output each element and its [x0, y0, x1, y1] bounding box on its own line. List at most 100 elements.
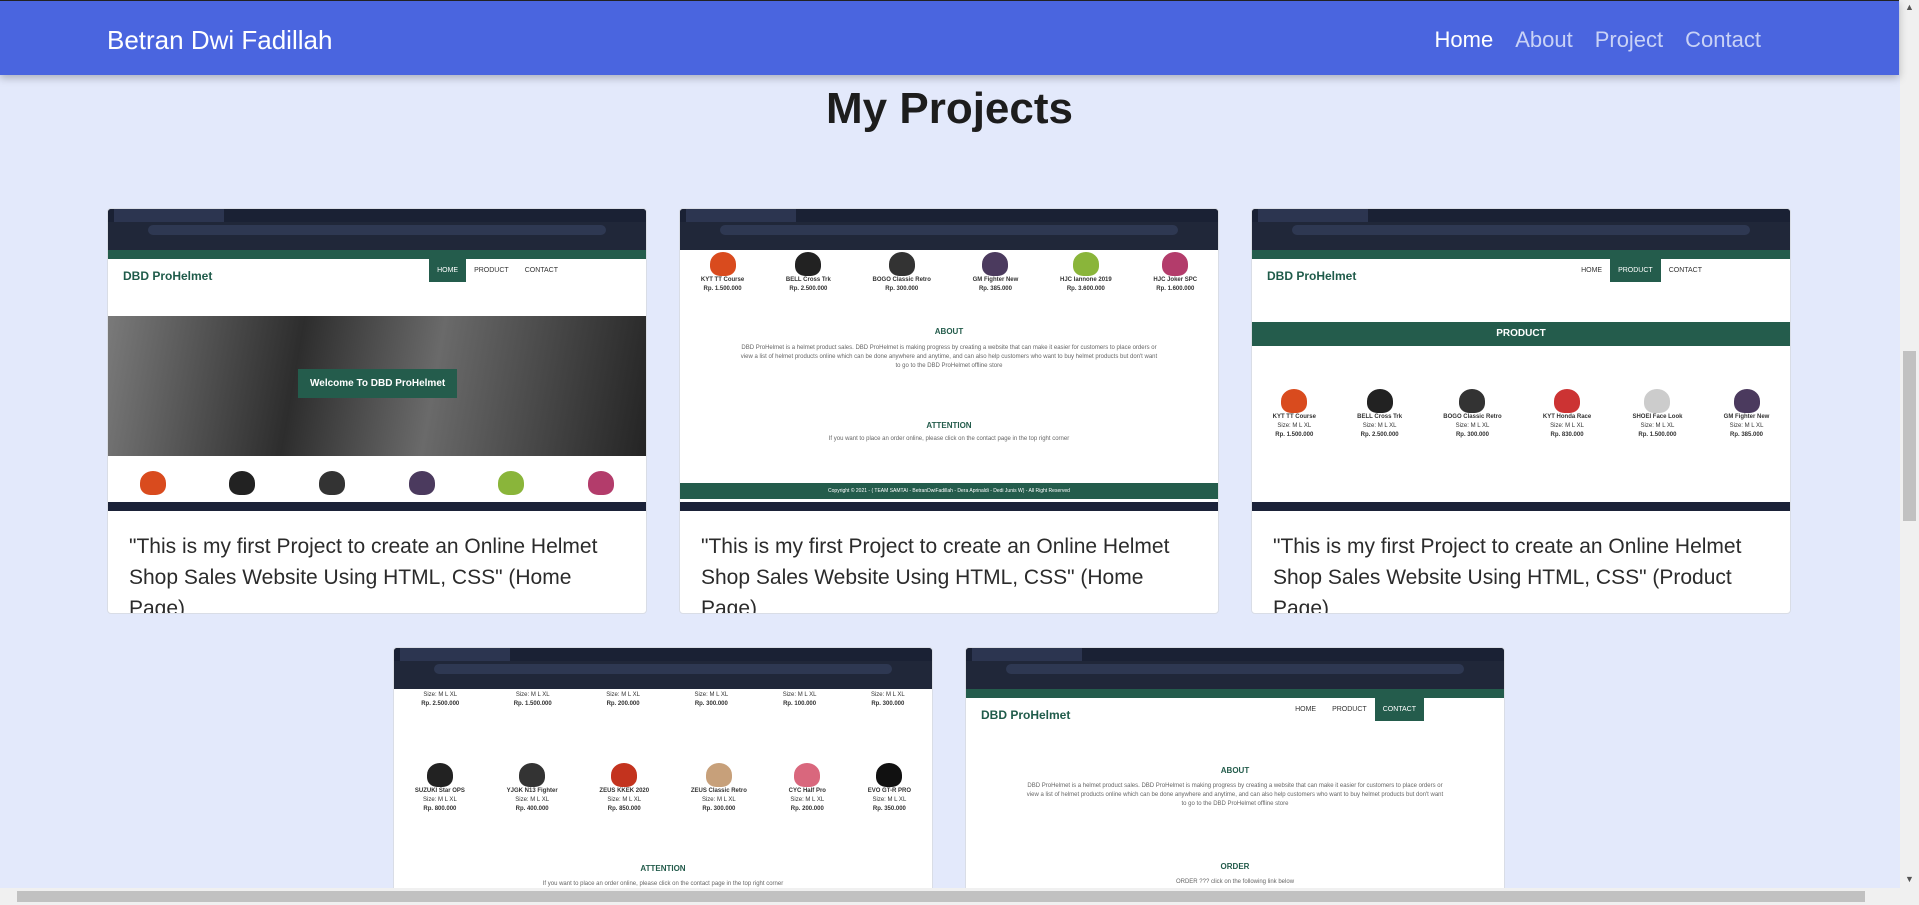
taskbar: [1252, 502, 1790, 511]
product-item: GM Fighter New Rp. 385.000: [972, 252, 1019, 294]
product-price: Rp. 800.000: [423, 806, 457, 812]
project-screenshot-3[interactable]: DBD ProHelmet HOME PRODUCT CONTACT PRODU…: [1252, 209, 1790, 511]
product-price: Rp. 1.500.000: [513, 701, 552, 707]
helmet-image: [611, 763, 638, 787]
product-item: BELL Cross Trk Rp. 2.500.000: [786, 252, 831, 294]
attention-text: If you want to place an order online, pl…: [828, 436, 1070, 442]
product-size: Size: M L XL: [422, 797, 457, 803]
product-band: PRODUCT: [1252, 322, 1790, 346]
project-screenshot-2[interactable]: KYT TT Course Rp. 1.500.000 BELL Cross Tr…: [680, 209, 1218, 511]
site-menu-home: HOME: [1295, 706, 1317, 713]
project-card-4[interactable]: Size: M L XL Rp. 2.500.000 Size: M L XL Rp…: [393, 647, 933, 905]
product-name: BELL Cross Trk: [1357, 414, 1403, 420]
project-card-1[interactable]: DBD ProHelmet HOME PRODUCT CONTACT Welco…: [107, 208, 647, 614]
browser-chrome: [108, 209, 646, 250]
project-caption: "This is my first Project to create an O…: [129, 535, 598, 614]
about-text: DBD ProHelmet is a helmet product sales.…: [740, 345, 1158, 369]
product-name: BOGO Classic Retro: [1443, 414, 1502, 420]
project-card-2[interactable]: KYT TT Course Rp. 1.500.000 BELL Cross Tr…: [679, 208, 1219, 614]
product-size: Size: M L XL: [1550, 423, 1584, 429]
project-card-5[interactable]: DBD ProHelmet HOME PRODUCT CONTACT ABOUT…: [965, 647, 1505, 905]
helmet-row: SUZUKI Star OPS Size: M L XL Rp. 800.000 Y…: [394, 763, 932, 814]
page-title: My Projects: [826, 84, 1073, 133]
product-size: Size: M L XL: [790, 797, 825, 803]
product-name: KYT Honda Race: [1542, 414, 1592, 420]
nav-link-contact[interactable]: Contact: [1685, 27, 1761, 53]
product-name: SUZUKI Star OPS: [414, 788, 465, 794]
brand-logo[interactable]: Betran Dwi Fadillah: [107, 25, 332, 56]
about-text: DBD ProHelmet is a helmet product sales.…: [1026, 783, 1444, 807]
product-item: GM Fighter New Size: M L XL Rp. 385.000: [1724, 389, 1769, 440]
browser-chrome: [1252, 209, 1790, 250]
product-name: SHOEI Face Look: [1632, 414, 1683, 420]
product-price: Rp. 1.500.000: [1638, 432, 1677, 438]
product-price: Rp. 350.000: [872, 806, 906, 812]
scroll-down-icon[interactable]: ▼: [1905, 874, 1914, 884]
browser-chrome: [394, 648, 932, 689]
product-name: BOGO Classic Retro: [872, 277, 931, 283]
product-price: Rp. 2.500.000: [421, 701, 460, 707]
helmet-image: [1281, 389, 1308, 413]
scroll-up-icon[interactable]: ▲: [1905, 2, 1914, 12]
product-price: Rp. 2.500.000: [1360, 432, 1399, 438]
navbar: Betran Dwi Fadillah Home About Project C…: [0, 0, 1899, 75]
nav-link-about[interactable]: About: [1515, 27, 1573, 53]
vertical-scrollbar[interactable]: ▲ ▼: [1900, 0, 1919, 905]
horizontal-scroll-thumb[interactable]: [17, 891, 1865, 902]
project-screenshot-1[interactable]: DBD ProHelmet HOME PRODUCT CONTACT Welco…: [108, 209, 646, 511]
product-item: KYT TT Course Rp. 1.500.000: [701, 252, 744, 294]
hero-welcome-button: Welcome To DBD ProHelmet: [298, 369, 458, 398]
project-screenshot-5[interactable]: DBD ProHelmet HOME PRODUCT CONTACT ABOUT…: [966, 648, 1504, 904]
product-size: Size: M L XL: [606, 692, 640, 698]
horizontal-scrollbar[interactable]: [0, 888, 1900, 905]
site-footer: Copyright © 2021 - ( TEAM SAMTAI - Betra…: [680, 483, 1218, 499]
site-menu-product: PRODUCT: [474, 267, 509, 274]
product-item: KYT TT Course Size: M L XL Rp. 1.500.000: [1273, 389, 1316, 440]
product-size: Size: M L XL: [423, 692, 458, 698]
product-name: ZEUS KKEK 2020: [599, 788, 650, 794]
helmet-row: KYT TT Course Size: M L XL Rp. 1.500.000 B…: [1252, 389, 1790, 440]
helmet-row: [108, 471, 646, 495]
order-text: ORDER ??? click on the following link be…: [1175, 879, 1295, 885]
site-menu-contact: CONTACT: [1668, 267, 1702, 274]
product-price: Rp. 1.500.000: [1275, 432, 1314, 438]
product-price: Rp. 1.600.000: [1156, 286, 1195, 292]
product-name: YJGK N13 Fighter: [506, 788, 558, 794]
helmet-image: [1554, 389, 1581, 413]
nav-link-project[interactable]: Project: [1595, 27, 1663, 53]
product-name: HJC Iannone 2019: [1060, 277, 1112, 283]
browser-chrome: [680, 209, 1218, 250]
site-menu: HOME PRODUCT CONTACT: [1573, 259, 1710, 282]
product-price: Rp. 1.500.000: [703, 286, 742, 292]
product-price: Rp. 300.000: [702, 806, 736, 812]
product-item: SUZUKI Star OPS Size: M L XL Rp. 800.000: [415, 763, 465, 814]
product-item: BOGO Classic Retro Rp. 300.000: [873, 252, 931, 294]
site-logo: DBD ProHelmet: [123, 269, 213, 283]
product-item: Size: M L XL Rp. 300.000: [694, 691, 728, 709]
product-price: Rp. 385.000: [1729, 432, 1764, 438]
product-item: BOGO Classic Retro Size: M L XL Rp. 300.00…: [1443, 389, 1502, 440]
site-menu: HOME PRODUCT CONTACT: [429, 259, 566, 282]
helmet-image: [319, 471, 346, 495]
product-price: Rp. 300.000: [871, 701, 905, 707]
product-name: KYT TT Course: [1272, 414, 1316, 420]
site-menu-contact: CONTACT: [1374, 698, 1424, 721]
helmet-image: [795, 252, 822, 276]
product-item: HJC Joker SPC Rp. 1.600.000: [1153, 252, 1197, 294]
vertical-scroll-thumb[interactable]: [1903, 351, 1916, 521]
helmet-image: [1644, 389, 1671, 413]
about-heading: ABOUT: [1220, 766, 1250, 775]
helmet-image: [709, 252, 736, 276]
product-item: Size: M L XL Rp. 200.000: [606, 691, 640, 709]
product-size: Size: M L XL: [1455, 423, 1490, 429]
project-screenshot-4[interactable]: Size: M L XL Rp. 2.500.000 Size: M L XL Rp…: [394, 648, 932, 904]
product-name: GM Fighter New: [972, 277, 1019, 283]
product-name: KYT TT Course: [700, 277, 745, 283]
product-price: Rp. 3.600.000: [1066, 286, 1105, 292]
site-header: DBD ProHelmet HOME PRODUCT CONTACT: [1252, 250, 1790, 283]
nav-link-home[interactable]: Home: [1435, 27, 1494, 53]
product-size: Size: M L XL: [1729, 423, 1764, 429]
helmet-image: [498, 471, 525, 495]
product-item: CYC Half Pro Size: M L XL Rp. 200.000: [789, 763, 826, 814]
project-card-3[interactable]: DBD ProHelmet HOME PRODUCT CONTACT PRODU…: [1251, 208, 1791, 614]
